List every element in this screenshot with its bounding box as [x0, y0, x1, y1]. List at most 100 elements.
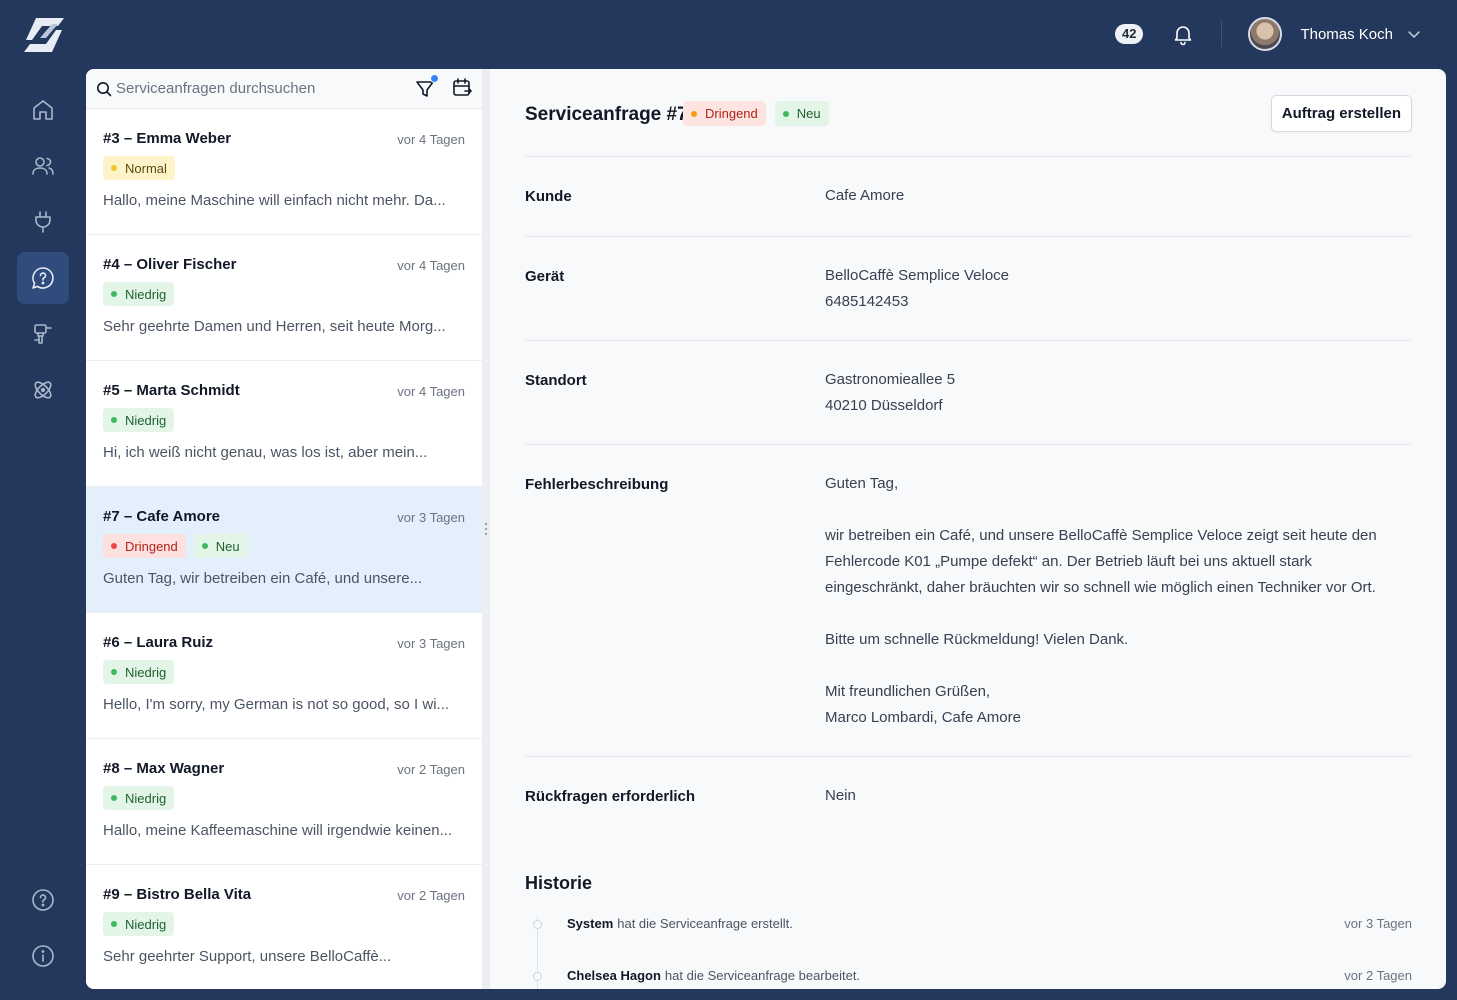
- users-icon: [32, 157, 54, 175]
- list-item-time: vor 4 Tagen: [397, 258, 465, 273]
- badge-label: Niedrig: [125, 790, 167, 806]
- badge-dot: [111, 921, 117, 927]
- filter-button[interactable]: [414, 74, 439, 100]
- list-item[interactable]: #5 – Marta Schmidt vor 4 Tagen Niedrig H…: [86, 361, 482, 487]
- history-entry: System hat die Serviceanfrage erstellt. …: [524, 916, 1412, 968]
- location-value: Gastronomieallee 5 40210 Düsseldorf: [825, 371, 956, 414]
- description-paragraph: Guten Tag,: [825, 475, 899, 492]
- field-value: BelloCaffè Semplice Veloce 6485142453: [825, 263, 1009, 340]
- field-label: Fehlerbeschreibung: [525, 476, 669, 493]
- list-item[interactable]: #4 – Oliver Fischer vor 4 Tagen Niedrig …: [86, 235, 482, 361]
- list-item-tags: Dringend Neu: [103, 534, 465, 558]
- badge-label: Niedrig: [125, 664, 167, 680]
- field-row-followup: Rückfragen erforderlich Nein: [524, 757, 1412, 837]
- sidebar-item-integrations[interactable]: [17, 364, 69, 416]
- list-item-tags: Niedrig: [103, 408, 465, 432]
- badge-label: Normal: [125, 160, 167, 176]
- list-item-preview: Hallo, meine Kaffeemaschine will irgendw…: [103, 822, 453, 839]
- topbar-divider: [1221, 21, 1223, 47]
- sidebar-item-info[interactable]: [17, 930, 69, 982]
- detail-header: Serviceanfrage #7 Dringend Neu Auftrag e…: [524, 69, 1412, 157]
- main-panel: #3 – Emma Weber vor 4 Tagen Normal Hallo…: [86, 69, 1446, 989]
- priority-badge: Dringend: [683, 101, 766, 126]
- badge-label: Neu: [796, 106, 821, 121]
- list-item-time: vor 4 Tagen: [397, 384, 465, 399]
- list-item-time: vor 4 Tagen: [397, 132, 465, 147]
- badge-label: Niedrig: [125, 412, 167, 428]
- list-item-preview: Hallo, meine Maschine will einfach nicht…: [103, 192, 446, 209]
- create-order-button[interactable]: Auftrag erstellen: [1270, 95, 1412, 132]
- list-item-time: vor 2 Tagen: [397, 762, 465, 777]
- list-item[interactable]: #3 – Emma Weber vor 4 Tagen Normal Hallo…: [86, 109, 482, 235]
- app-logo-icon: [24, 18, 64, 52]
- status-badge: Neu: [774, 101, 829, 126]
- sidebar-item-help[interactable]: [17, 874, 69, 926]
- priority-badge: Niedrig: [103, 912, 175, 936]
- list-item-tags: Normal: [103, 156, 465, 180]
- badge-label: Niedrig: [125, 916, 167, 932]
- description-paragraph: wir betreiben ein Café, und unsere Bello…: [825, 527, 1377, 596]
- detail-tags: Dringend Neu: [683, 101, 829, 126]
- field-value: Cafe Amore: [825, 183, 904, 236]
- search-input[interactable]: [116, 80, 406, 97]
- list-item-preview: Sehr geehrter Support, unsere BelloCaffè…: [103, 948, 392, 965]
- list-item[interactable]: #9 – Bistro Bella Vita vor 2 Tagen Niedr…: [86, 865, 482, 989]
- grip-dots-icon: [484, 522, 488, 536]
- field-label: Standort: [525, 372, 587, 389]
- list-item-time: vor 2 Tagen: [397, 888, 465, 903]
- topbar-user-area: 42 Thomas Koch: [1114, 14, 1421, 54]
- history-actor: System: [567, 916, 614, 931]
- list-item-time: vor 3 Tagen: [397, 636, 465, 651]
- list-item[interactable]: #6 – Laura Ruiz vor 3 Tagen Niedrig Hell…: [86, 613, 482, 739]
- history-entry: Chelsea Hagon hat die Serviceanfrage bea…: [524, 968, 1412, 989]
- badge-dot: [782, 110, 789, 117]
- service-request-detail: Serviceanfrage #7 Dringend Neu Auftrag e…: [524, 69, 1412, 989]
- sidebar-item-devices[interactable]: [17, 196, 69, 248]
- service-request-list: #3 – Emma Weber vor 4 Tagen Normal Hallo…: [86, 69, 482, 989]
- list-item[interactable]: #8 – Max Wagner vor 2 Tagen Niedrig Hall…: [86, 739, 482, 865]
- badge-dot: [111, 165, 117, 171]
- bell-icon[interactable]: [1171, 22, 1195, 46]
- field-row-device: Gerät BelloCaffè Semplice Veloce 6485142…: [524, 237, 1412, 341]
- history-timeline: System hat die Serviceanfrage erstellt. …: [524, 916, 1412, 989]
- list-item-tags: Niedrig: [103, 912, 465, 936]
- field-row-location: Standort Gastronomieallee 5 40210 Düssel…: [524, 341, 1412, 445]
- badge-label: Niedrig: [125, 286, 167, 302]
- info-icon: [32, 945, 54, 967]
- filter-active-indicator: [430, 74, 439, 83]
- resize-handle[interactable]: [482, 69, 490, 989]
- timeline-dot: [533, 920, 542, 929]
- list-item-preview: Guten Tag, wir betreiben ein Café, und u…: [103, 570, 423, 587]
- badge-dot: [111, 669, 117, 675]
- description-paragraph: Bitte um schnelle Rückmeldung! Vielen Da…: [825, 631, 1129, 648]
- avatar[interactable]: [1248, 17, 1283, 51]
- priority-badge: Niedrig: [103, 282, 175, 306]
- list-item-tags: Niedrig: [103, 660, 465, 684]
- calendar-icon: [453, 78, 472, 96]
- badge-dot: [691, 110, 697, 117]
- list-item-selected[interactable]: #7 – Cafe Amore vor 3 Tagen Dringend Neu…: [86, 487, 482, 613]
- field-label: Gerät: [525, 268, 565, 285]
- date-filter-button[interactable]: [451, 77, 473, 99]
- list-item-preview: Hello, I'm sorry, my German is not so go…: [103, 696, 450, 713]
- sidebar-bottom: [17, 874, 69, 986]
- list-item-tags: Niedrig: [103, 786, 465, 810]
- history-text: hat die Serviceanfrage bearbeitet.: [664, 968, 861, 983]
- badge-dot: [201, 543, 208, 549]
- sidebar-item-customers[interactable]: [17, 140, 69, 192]
- notification-count-badge[interactable]: 42: [1114, 24, 1144, 44]
- plug-icon: [35, 211, 51, 233]
- followup-value: Nein: [825, 787, 856, 804]
- history-time: vor 3 Tagen: [1344, 916, 1412, 931]
- chevron-down-icon[interactable]: [1407, 27, 1421, 41]
- sidebar-item-technicians[interactable]: [17, 308, 69, 360]
- priority-badge: Niedrig: [103, 786, 175, 810]
- user-name[interactable]: Thomas Koch: [1300, 26, 1393, 43]
- sidebar-item-home[interactable]: [17, 84, 69, 136]
- sidebar-item-service-requests[interactable]: [17, 252, 69, 304]
- field-value: Nein: [825, 783, 856, 837]
- status-badge: Neu: [193, 534, 248, 558]
- search-bar: [86, 69, 482, 109]
- atom-icon: [34, 381, 52, 399]
- history-text: hat die Serviceanfrage erstellt.: [617, 916, 793, 931]
